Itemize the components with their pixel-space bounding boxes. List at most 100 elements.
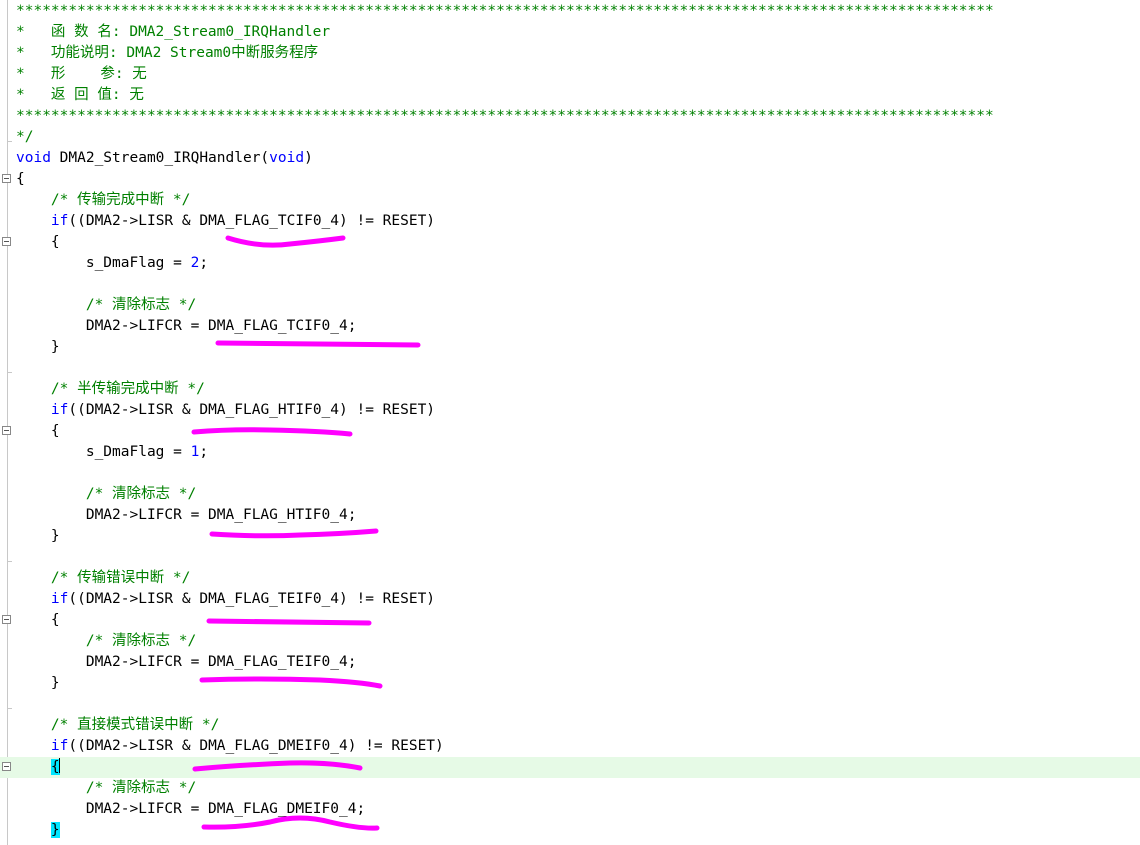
code-line[interactable]: }: [0, 337, 1140, 358]
code-token: DMA2_Stream0_IRQHandler(: [50, 150, 270, 166]
code-token: DMA2->LIFCR = DMA_FLAG_DMEIF0_4;: [16, 801, 366, 817]
code-line[interactable]: if((DMA2->LISR & DMA_FLAG_HTIF0_4) != RE…: [0, 400, 1140, 421]
code-line-text: }: [16, 673, 60, 694]
fold-collapse-icon[interactable]: [2, 237, 11, 246]
code-line-text: /* 半传输完成中断 */: [16, 379, 205, 400]
code-line[interactable]: /* 清除标志 */: [0, 295, 1140, 316]
code-line[interactable]: /* 传输完成中断 */: [0, 190, 1140, 211]
code-line[interactable]: void DMA2_Stream0_IRQHandler(void): [0, 148, 1140, 169]
code-line-text: * 函 数 名: DMA2_Stream0_IRQHandler: [16, 22, 330, 43]
code-line[interactable]: }: [0, 820, 1140, 841]
code-line-text: void DMA2_Stream0_IRQHandler(void): [16, 148, 313, 169]
code-token: s_DmaFlag =: [16, 444, 191, 460]
code-line-text: * 功能说明: DMA2 Stream0中断服务程序: [16, 43, 318, 64]
code-comment: /* 传输错误中断 */: [50, 570, 191, 586]
code-line[interactable]: {: [0, 757, 1140, 778]
code-token: {: [16, 612, 60, 628]
code-line-text: ****************************************…: [16, 106, 994, 127]
code-line[interactable]: if((DMA2->LISR & DMA_FLAG_TEIF0_4) != RE…: [0, 589, 1140, 610]
code-line[interactable]: /* 清除标志 */: [0, 631, 1140, 652]
fold-end-marker: [7, 372, 12, 373]
code-line[interactable]: if((DMA2->LISR & DMA_FLAG_TCIF0_4) != RE…: [0, 211, 1140, 232]
code-line-text: }: [16, 526, 60, 547]
code-line[interactable]: DMA2->LIFCR = DMA_FLAG_DMEIF0_4;: [0, 799, 1140, 820]
code-line[interactable]: DMA2->LIFCR = DMA_FLAG_HTIF0_4;: [0, 505, 1140, 526]
code-token: }: [16, 339, 60, 355]
code-line-text: DMA2->LIFCR = DMA_FLAG_DMEIF0_4;: [16, 799, 365, 820]
code-comment: * 形 参: 无: [16, 66, 147, 82]
code-line[interactable]: DMA2->LIFCR = DMA_FLAG_TEIF0_4;: [0, 652, 1140, 673]
code-token: ): [304, 150, 313, 166]
code-line[interactable]: /* 直接模式错误中断 */: [0, 715, 1140, 736]
code-line-text: * 形 参: 无: [16, 64, 147, 85]
code-comment: /* 传输完成中断 */: [50, 192, 191, 208]
code-line-text: DMA2->LIFCR = DMA_FLAG_HTIF0_4;: [16, 505, 357, 526]
code-line[interactable]: DMA2->LIFCR = DMA_FLAG_TCIF0_4;: [0, 316, 1140, 337]
code-token: ;: [199, 255, 209, 271]
code-keyword: if: [50, 591, 69, 607]
code-token: ((DMA2->LISR & DMA_FLAG_DMEIF0_4) != RES…: [68, 738, 444, 754]
code-line[interactable]: s_DmaFlag = 2;: [0, 253, 1140, 274]
fold-collapse-icon[interactable]: [2, 174, 11, 183]
code-line[interactable]: [0, 694, 1140, 715]
code-keyword: if: [50, 402, 69, 418]
code-line[interactable]: /* 清除标志 */: [0, 778, 1140, 799]
code-line[interactable]: {: [0, 232, 1140, 253]
matched-brace: }: [50, 822, 60, 838]
code-line-text: if((DMA2->LISR & DMA_FLAG_DMEIF0_4) != R…: [16, 736, 444, 757]
code-line[interactable]: */: [0, 127, 1140, 148]
code-line-text: ****************************************…: [16, 1, 994, 22]
code-comment: * 返 回 值: 无: [16, 87, 144, 103]
text-caret: [58, 758, 60, 773]
code-line[interactable]: * 形 参: 无: [0, 64, 1140, 85]
code-line-text: * 返 回 值: 无: [16, 85, 144, 106]
code-line[interactable]: {: [0, 610, 1140, 631]
code-line[interactable]: ****************************************…: [0, 1, 1140, 22]
code-token: DMA2->LIFCR = DMA_FLAG_TEIF0_4;: [16, 654, 357, 670]
code-line-text: {: [16, 757, 60, 778]
code-line[interactable]: ****************************************…: [0, 106, 1140, 127]
code-line[interactable]: }: [0, 673, 1140, 694]
code-line[interactable]: /* 清除标志 */: [0, 484, 1140, 505]
code-token: }: [16, 675, 60, 691]
code-line[interactable]: [0, 274, 1140, 295]
code-line[interactable]: if((DMA2->LISR & DMA_FLAG_DMEIF0_4) != R…: [0, 736, 1140, 757]
code-line[interactable]: [0, 547, 1140, 568]
code-line[interactable]: {: [0, 169, 1140, 190]
fold-end-marker: [7, 561, 12, 562]
code-line-text: /* 清除标志 */: [16, 631, 196, 652]
code-token: }: [16, 528, 60, 544]
code-line-text: {: [16, 421, 60, 442]
code-line[interactable]: /* 传输错误中断 */: [0, 568, 1140, 589]
code-line-text: {: [16, 169, 25, 190]
code-line[interactable]: * 函 数 名: DMA2_Stream0_IRQHandler: [0, 22, 1140, 43]
code-line[interactable]: /* 半传输完成中断 */: [0, 379, 1140, 400]
code-line-text: /* 传输错误中断 */: [16, 568, 190, 589]
code-token: DMA2->LIFCR = DMA_FLAG_HTIF0_4;: [16, 507, 357, 523]
code-token: s_DmaFlag =: [16, 255, 191, 271]
code-token: DMA2->LIFCR = DMA_FLAG_TCIF0_4;: [16, 318, 357, 334]
code-line[interactable]: * 功能说明: DMA2 Stream0中断服务程序: [0, 43, 1140, 64]
code-line[interactable]: [0, 463, 1140, 484]
fold-collapse-icon[interactable]: [2, 615, 11, 624]
fold-collapse-icon[interactable]: [2, 426, 11, 435]
code-line[interactable]: * 返 回 值: 无: [0, 85, 1140, 106]
code-line-text: if((DMA2->LISR & DMA_FLAG_TCIF0_4) != RE…: [16, 211, 435, 232]
code-editor[interactable]: ****************************************…: [0, 0, 1140, 845]
code-line[interactable]: s_DmaFlag = 1;: [0, 442, 1140, 463]
code-comment: /* 清除标志 */: [85, 780, 197, 796]
fold-collapse-icon[interactable]: [2, 762, 11, 771]
code-line[interactable]: [0, 358, 1140, 379]
code-comment: /* 清除标志 */: [85, 633, 197, 649]
code-line-text: */: [16, 127, 33, 148]
code-keyword: void: [16, 150, 51, 166]
code-line[interactable]: }: [0, 526, 1140, 547]
code-line[interactable]: {: [0, 421, 1140, 442]
code-line-text: {: [16, 610, 60, 631]
code-token: ((DMA2->LISR & DMA_FLAG_TCIF0_4) != RESE…: [68, 213, 436, 229]
